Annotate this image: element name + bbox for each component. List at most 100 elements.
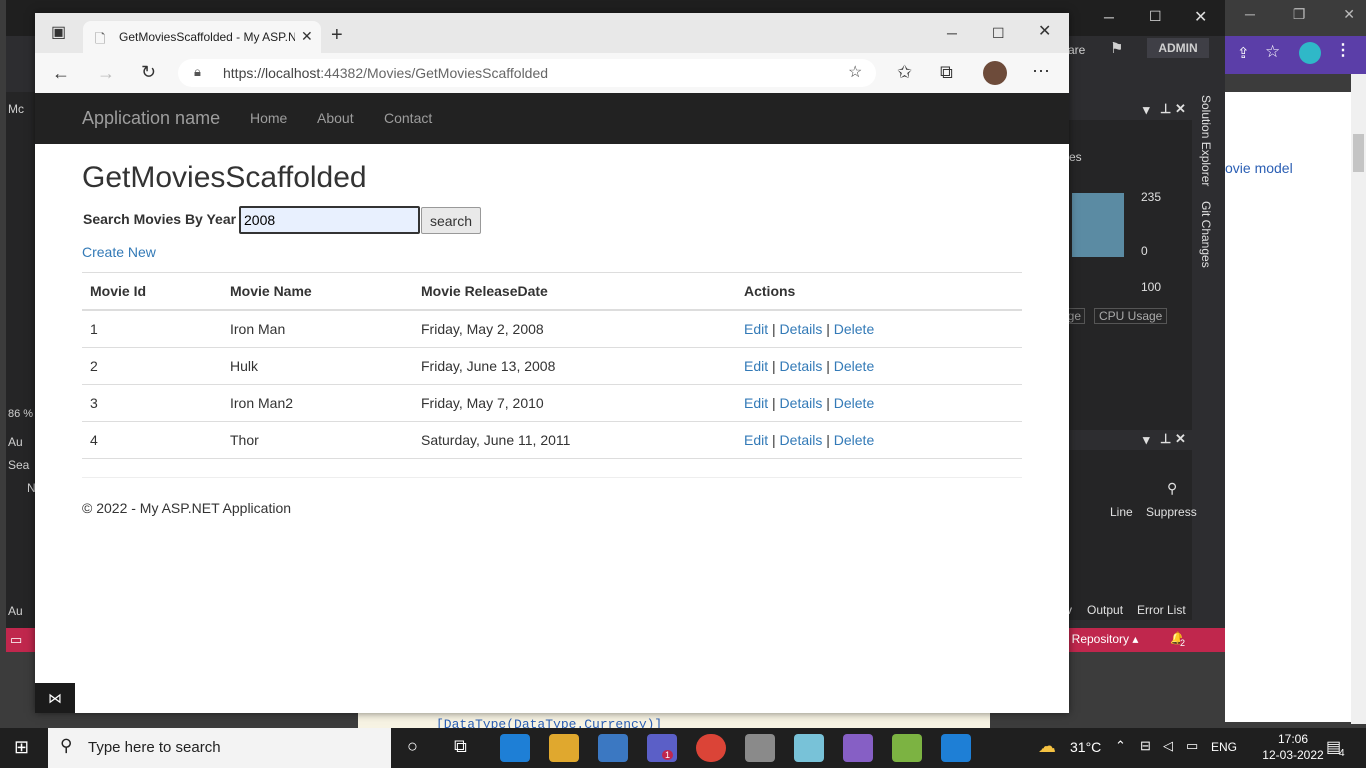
repository-status[interactable]: t Repository ▴ [1065,632,1138,646]
notification-center-count: 4 [1339,748,1345,759]
edit-link[interactable]: Edit [744,358,768,374]
doc-scrollbar[interactable] [1351,74,1366,724]
vs-autos-tab[interactable]: Au [8,604,23,618]
back-icon[interactable]: ← [52,63,70,83]
page-footer: © 2022 - My ASP.NET Application [82,500,292,516]
address-bar[interactable]: 🔒︎ https://localhost:44382/Movies/GetMov… [178,59,876,87]
refresh-icon[interactable]: ↻ [141,62,156,82]
browser-tab[interactable]: 🗋 GetMoviesScaffolded - My ASP.NET Appli… [83,21,321,53]
settings-more-icon[interactable]: ⋯ [1032,61,1050,81]
status-chat-icon[interactable]: ▭ [10,632,22,648]
chart-scale-value: 100 [1141,280,1162,294]
search-icon[interactable]: ⚲ [1167,480,1177,497]
details-link[interactable]: Details [780,358,823,374]
vs-zoom-label[interactable]: 86 % [8,408,33,420]
taskbar-search-box[interactable]: ⚲ Type here to search [48,728,391,768]
create-new-link[interactable]: Create New [82,244,156,260]
add-favorite-icon[interactable]: ☆ [848,62,862,82]
task-view-icon[interactable]: ⧉ [454,736,467,757]
volume-icon[interactable]: ◁ [1163,738,1173,754]
share-icon[interactable]: ⇪ [1237,44,1250,62]
vs-left-label[interactable]: Mc [8,102,24,116]
column-suppress[interactable]: Suppress [1146,505,1197,519]
edit-link[interactable]: Edit [744,321,768,337]
details-link[interactable]: Details [780,395,823,411]
dropdown-icon[interactable]: ▾ [1143,102,1150,118]
edge-active-icon[interactable] [941,734,971,762]
solution-explorer-tab[interactable]: Solution Explorer [1199,95,1213,186]
visual-studio-icon[interactable]: ⋈ [35,683,75,713]
favorites-icon[interactable]: ✩ [897,62,912,82]
doc-scroll-thumb[interactable] [1353,134,1364,172]
pin-icon-2[interactable]: ⊥ [1160,431,1171,447]
nav-home[interactable]: Home [250,110,287,126]
git-changes-tab[interactable]: Git Changes [1199,201,1213,268]
notepad-icon[interactable] [745,734,775,762]
movie-name: Iron Man [222,310,413,348]
search-year-input[interactable] [239,206,420,234]
edit-link[interactable]: Edit [744,432,768,448]
brand-link[interactable]: Application name [82,108,220,129]
input-language[interactable]: ENG [1211,740,1237,754]
chrome-icon[interactable] [696,734,726,762]
tray-chevron-icon[interactable]: ⌃ [1115,738,1126,754]
cortana-icon[interactable]: ○ [407,736,418,757]
vs-bottom-tabs: v Output Error List [1060,601,1192,621]
column-line[interactable]: Line [1110,505,1133,519]
delete-link[interactable]: Delete [834,321,874,337]
error-list-tab[interactable]: Error List [1137,603,1186,617]
vs-search-label[interactable]: Sea [8,458,29,472]
nav-about[interactable]: About [317,110,354,126]
dropdown-icon-2[interactable]: ▾ [1143,432,1150,448]
delete-link[interactable]: Delete [834,358,874,374]
vs-share-label[interactable]: are [1068,43,1085,57]
delete-link[interactable]: Delete [834,432,874,448]
forward-icon[interactable]: → [97,63,115,83]
battery-icon[interactable]: ▭ [1186,738,1198,754]
app-icon[interactable] [794,734,824,762]
profile-avatar-icon[interactable] [983,61,1007,85]
bg-restore-icon[interactable]: ❐ [1293,6,1306,22]
url-text: https://localhost:44382/Movies/GetMovies… [223,65,548,81]
bg-minimize-icon[interactable]: ─ [1245,6,1255,22]
output-tab[interactable]: Output [1087,603,1123,617]
search-button[interactable]: search [421,207,481,234]
cpu-usage-tab[interactable]: CPU Usage [1094,308,1168,324]
star-icon[interactable]: ☆ [1265,42,1280,62]
edit-link[interactable]: Edit [744,395,768,411]
windows-start-icon[interactable]: ⊞ [14,737,29,758]
tab-actions-icon[interactable]: ▣ [51,23,66,43]
close-window-icon[interactable]: ✕ [1038,22,1051,42]
puzzle-app-icon[interactable] [892,734,922,762]
doc-link[interactable]: ovie model [1225,160,1293,176]
vs-maximize-icon[interactable]: ☐ [1149,8,1162,25]
vs-close-icon[interactable]: ✕ [1194,7,1207,27]
weather-temperature[interactable]: 31°C [1070,739,1101,755]
new-tab-icon[interactable]: + [331,25,343,45]
lock-icon[interactable]: 🔒︎ [194,64,201,80]
network-icon[interactable]: ⊟ [1140,738,1151,754]
nav-contact[interactable]: Contact [384,110,432,126]
live-share-icon[interactable]: ⚑ [1110,39,1123,57]
profile-avatar[interactable] [1299,42,1321,64]
more-icon[interactable]: ⋮ [1335,40,1351,60]
maximize-icon[interactable]: ☐ [992,23,1005,43]
vs-minimize-icon[interactable]: ─ [1104,9,1114,25]
minimize-icon[interactable]: ─ [947,23,957,43]
visual-studio-taskbar-icon[interactable] [843,734,873,762]
weather-icon[interactable]: ☁ [1038,736,1056,757]
edge-app-icon[interactable] [500,734,530,762]
delete-link[interactable]: Delete [834,395,874,411]
vs-autos-label[interactable]: Au [8,435,23,449]
store-icon[interactable] [598,734,628,762]
close-tab-icon[interactable]: ✕ [301,28,313,45]
details-link[interactable]: Details [780,432,823,448]
pin-icon[interactable]: ⊥ [1160,101,1171,117]
details-link[interactable]: Details [780,321,823,337]
bg-close-icon[interactable]: ✕ [1343,6,1355,22]
close-panel-icon[interactable]: ✕ [1175,101,1186,117]
close-panel-icon-2[interactable]: ✕ [1175,431,1186,447]
collections-icon[interactable]: ⧉ [940,62,953,82]
clock[interactable]: 17:06 12-03-2022 [1262,731,1324,763]
file-explorer-icon[interactable] [549,734,579,762]
